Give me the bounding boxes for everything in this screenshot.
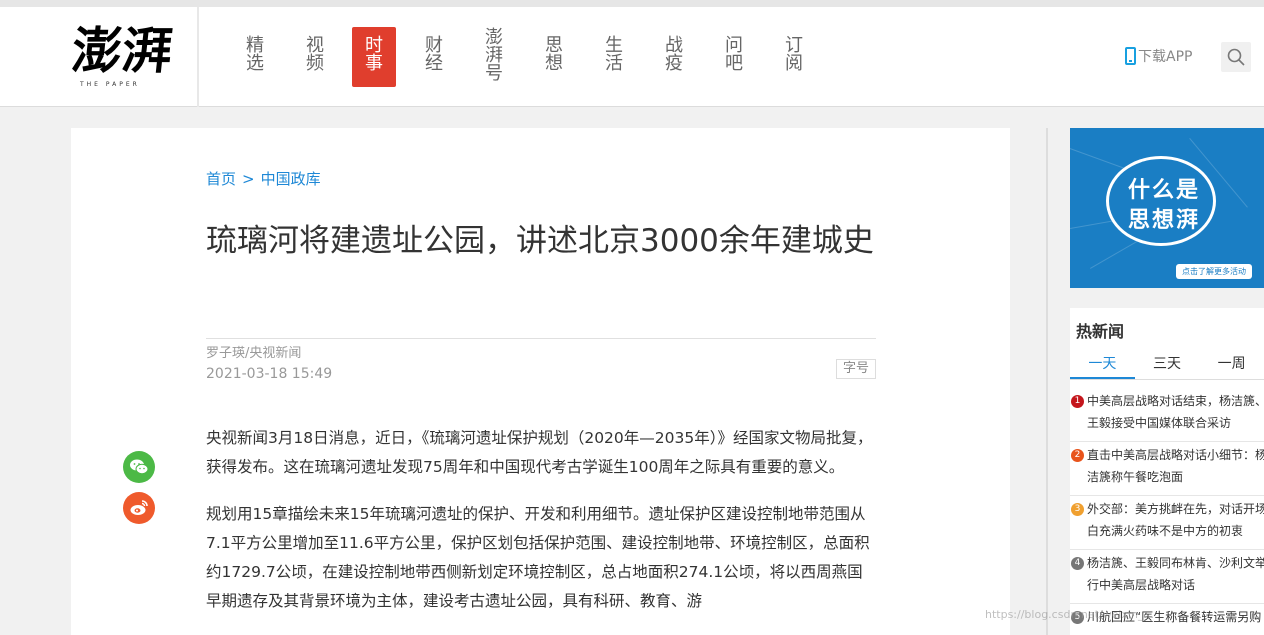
article-paragraph: 央视新闻3月18日消息，近日，《琉璃河遗址保护规划（2020年—2035年）》经… bbox=[206, 429, 873, 476]
site-header: 澎湃 THE PAPER 精选 视频 时事 财经 澎湃号 思想 生活 战疫 问吧 bbox=[0, 7, 1264, 107]
nav-item-finance[interactable]: 财经 bbox=[412, 27, 456, 87]
nav-item-subscribe[interactable]: 订阅 bbox=[772, 27, 816, 87]
tab-three-days[interactable]: 三天 bbox=[1135, 350, 1200, 379]
hot-news-list: 1 中美高层战略对话结束，杨洁篪、王毅接受中国媒体联合采访 2 直击中美高层战略… bbox=[1070, 388, 1264, 635]
article-author: 罗子瑛/央视新闻 bbox=[206, 346, 302, 361]
article-date: 2021-03-18 15:49 bbox=[206, 366, 333, 382]
phone-icon bbox=[1125, 47, 1136, 65]
download-app-label: 下载APP bbox=[1138, 49, 1193, 65]
breadcrumb: 首页 > 中国政库 bbox=[206, 168, 321, 189]
promo-cta-button[interactable]: 点击了解更多活动 bbox=[1176, 264, 1252, 279]
hot-news-tabs: 一天 三天 一周 bbox=[1070, 350, 1264, 380]
nav-item-thought[interactable]: 思想 bbox=[532, 27, 576, 87]
promo-headline-2: 思想湃 bbox=[1128, 208, 1201, 233]
breadcrumb-separator: > bbox=[242, 170, 255, 188]
sidebar-divider bbox=[1046, 128, 1048, 635]
download-app-link[interactable]: 下载APP bbox=[1125, 46, 1192, 66]
search-icon bbox=[1227, 48, 1245, 66]
nav-item-pengpai-hao[interactable]: 澎湃号 bbox=[472, 27, 516, 87]
logo-chinese: 澎湃 bbox=[68, 21, 176, 80]
hot-news-text: 外交部：美方挑衅在先，对话开场白充满火药味不是中方的初衷 bbox=[1087, 502, 1264, 538]
article-title: 琉璃河将建遗址公园，讲述北京3000余年建城史 bbox=[206, 223, 874, 259]
hot-news-panel: 热新闻 一天 三天 一周 1 中美高层战略对话结束，杨洁篪、王毅接受中国媒体联合… bbox=[1070, 308, 1264, 635]
title-divider bbox=[206, 338, 876, 339]
nav-item-featured[interactable]: 精选 bbox=[233, 27, 277, 87]
promo-headline-1: 什么是 bbox=[1128, 178, 1201, 203]
breadcrumb-section[interactable]: 中国政库 bbox=[261, 170, 321, 188]
tab-one-day[interactable]: 一天 bbox=[1070, 350, 1135, 379]
site-logo[interactable]: 澎湃 THE PAPER bbox=[68, 21, 182, 93]
article-paragraph: 规划用15章描绘未来15年琉璃河遗址的保护、开发和利用细节。遗址保护区建设控制地… bbox=[206, 505, 870, 610]
hot-news-text: 直击中美高层战略对话小细节：杨洁篪称午餐吃泡面 bbox=[1087, 448, 1264, 484]
article-body: 央视新闻3月18日消息，近日，《琉璃河遗址保护规划（2020年—2035年）》经… bbox=[206, 424, 876, 634]
watermark: https://blog.csdn.net/weixin_... bbox=[985, 608, 1155, 621]
promo-banner[interactable]: 什么是 思想湃 点击了解更多活动 bbox=[1070, 128, 1264, 288]
nav-item-ask[interactable]: 问吧 bbox=[712, 27, 756, 87]
search-button[interactable] bbox=[1221, 42, 1251, 72]
hot-news-item[interactable]: 2 直击中美高层战略对话小细节：杨洁篪称午餐吃泡面 bbox=[1070, 442, 1264, 496]
hot-news-title: 热新闻 bbox=[1076, 322, 1125, 341]
rank-badge: 4 bbox=[1071, 557, 1084, 570]
tab-one-week[interactable]: 一周 bbox=[1199, 350, 1264, 379]
font-size-button[interactable]: 字号 bbox=[836, 359, 876, 379]
hot-news-text: 杨洁篪、王毅同布林肯、沙利文举行中美高层战略对话 bbox=[1087, 556, 1264, 592]
nav-item-video[interactable]: 视频 bbox=[293, 27, 337, 87]
nav-item-epidemic[interactable]: 战疫 bbox=[652, 27, 696, 87]
nav-item-current-affairs[interactable]: 时事 bbox=[352, 27, 396, 87]
hot-news-item[interactable]: 4 杨洁篪、王毅同布林肯、沙利文举行中美高层战略对话 bbox=[1070, 550, 1264, 604]
rank-badge: 3 bbox=[1071, 503, 1084, 516]
hot-news-item[interactable]: 3 外交部：美方挑衅在先，对话开场白充满火药味不是中方的初衷 bbox=[1070, 496, 1264, 550]
rank-badge: 1 bbox=[1071, 395, 1084, 408]
weibo-icon bbox=[130, 500, 148, 515]
breadcrumb-home[interactable]: 首页 bbox=[206, 170, 236, 188]
share-wechat-button[interactable] bbox=[123, 451, 155, 483]
rank-badge: 2 bbox=[1071, 449, 1084, 462]
wechat-icon bbox=[130, 459, 149, 475]
header-divider bbox=[197, 7, 199, 107]
article-container: 首页 > 中国政库 琉璃河将建遗址公园，讲述北京3000余年建城史 罗子瑛/央视新闻… bbox=[71, 128, 1010, 635]
share-weibo-button[interactable] bbox=[123, 492, 155, 524]
nav-item-life[interactable]: 生活 bbox=[592, 27, 636, 87]
hot-news-item[interactable]: 1 中美高层战略对话结束，杨洁篪、王毅接受中国媒体联合采访 bbox=[1070, 388, 1264, 442]
top-strip bbox=[0, 0, 1264, 7]
logo-english: THE PAPER bbox=[80, 81, 140, 88]
hot-news-text: 中美高层战略对话结束，杨洁篪、王毅接受中国媒体联合采访 bbox=[1087, 394, 1264, 430]
